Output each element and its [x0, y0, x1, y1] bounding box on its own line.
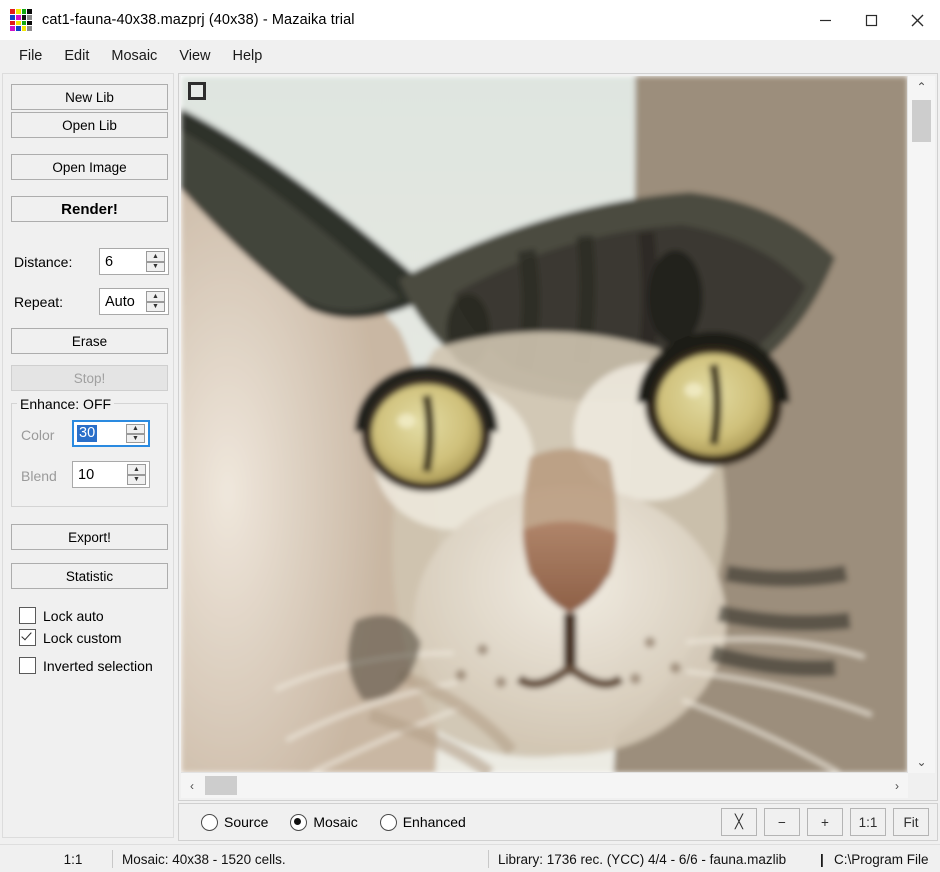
lock-auto-checkbox[interactable] [19, 607, 36, 624]
enhance-color-spin-buttons[interactable]: ▲ ▼ [126, 424, 145, 443]
status-library-info: Library: 1736 rec. (YCC) 4/4 - 6/6 - fau… [498, 851, 787, 867]
lock-auto-label: Lock auto [43, 607, 104, 624]
image-panel: ⌃ ⌄ ‹ › [178, 73, 938, 801]
enhance-group [11, 403, 168, 507]
distance-spin-buttons[interactable]: ▲ ▼ [146, 251, 165, 272]
repeat-spin-down-icon[interactable]: ▼ [146, 301, 165, 312]
window-title: cat1-fauna-40x38.mazprj (40x38) - Mazaik… [42, 12, 355, 28]
distance-value[interactable]: 6 [100, 249, 146, 274]
window-controls [802, 0, 940, 40]
status-mosaic-info: Mosaic: 40x38 - 1520 cells. [122, 851, 286, 867]
lock-auto-checkbox-row[interactable]: Lock auto [19, 607, 104, 624]
radio-source-row[interactable]: Source [201, 813, 269, 831]
menu-item-view[interactable]: View [168, 45, 221, 67]
statistic-button[interactable]: Statistic [11, 563, 168, 589]
mazaika-mosaic-icon [10, 9, 32, 31]
menu-item-file[interactable]: File [8, 45, 53, 67]
repeat-value[interactable]: Auto [100, 289, 146, 314]
view-mode-toolbar: Source Mosaic Enhanced ╳ − + 1:1 Fit [178, 803, 938, 841]
export-button[interactable]: Export! [11, 524, 168, 550]
horizontal-scrollbar-thumb[interactable] [205, 776, 237, 795]
radio-source[interactable] [201, 813, 218, 831]
minimize-button[interactable] [802, 0, 848, 40]
radio-mosaic[interactable] [290, 813, 308, 831]
enhance-group-title: Enhance: OFF [17, 396, 115, 412]
cat-mosaic-image[interactable] [181, 76, 908, 773]
cell-selection-square[interactable] [188, 82, 206, 100]
open-lib-button[interactable]: Open Lib [11, 112, 168, 138]
render-button[interactable]: Render! [11, 196, 168, 222]
close-button[interactable] [894, 0, 940, 40]
distance-label: Distance: [14, 254, 73, 270]
enhance-color-value[interactable]: 30 [77, 425, 98, 442]
enhance-blend-stepper[interactable]: 10 ▲ ▼ [72, 461, 150, 488]
lock-custom-label: Lock custom [43, 629, 122, 646]
lock-custom-checkbox-row[interactable]: Lock custom [19, 629, 122, 646]
radio-enhanced-label: Enhanced [402, 814, 466, 830]
radio-enhanced-row[interactable]: Enhanced [379, 813, 466, 831]
status-path-separator: | [820, 851, 824, 867]
horizontal-scrollbar[interactable]: ‹ › [181, 772, 908, 798]
repeat-stepper[interactable]: Auto ▲ ▼ [99, 288, 169, 315]
zoom-out-button[interactable]: − [764, 808, 800, 836]
stop-button: Stop! [11, 365, 168, 391]
enhance-blend-spin-up-icon[interactable]: ▲ [127, 464, 146, 475]
repeat-label: Repeat: [14, 294, 64, 310]
distance-stepper[interactable]: 6 ▲ ▼ [99, 248, 169, 275]
lock-custom-checkbox[interactable] [19, 629, 36, 646]
zoom-in-button[interactable]: + [807, 808, 843, 836]
fit-width-button[interactable]: ╳ [721, 808, 757, 836]
control-sidebar: New Lib Open Lib Open Image Render! Dist… [2, 73, 174, 838]
repeat-spin-buttons[interactable]: ▲ ▼ [146, 291, 165, 312]
zoom-button-group: ╳ − + 1:1 Fit [721, 808, 929, 836]
radio-enhanced[interactable] [379, 813, 397, 831]
zoom-fit-button[interactable]: Fit [893, 808, 929, 836]
status-divider-2 [488, 850, 489, 868]
distance-spin-up-icon[interactable]: ▲ [146, 251, 165, 262]
scroll-up-icon[interactable]: ⌃ [908, 76, 935, 98]
menu-item-edit[interactable]: Edit [53, 45, 100, 67]
radio-mosaic-row[interactable]: Mosaic [290, 813, 358, 831]
inverted-selection-checkbox-row[interactable]: Inverted selection [19, 657, 153, 674]
enhance-color-spin-up-icon[interactable]: ▲ [126, 424, 145, 434]
enhance-blend-label: Blend [21, 468, 57, 484]
open-image-button[interactable]: Open Image [11, 154, 168, 180]
status-path: C:\Program File [834, 851, 929, 867]
enhance-blend-value[interactable]: 10 [73, 462, 127, 487]
distance-spin-down-icon[interactable]: ▼ [146, 261, 165, 272]
scroll-left-icon[interactable]: ‹ [181, 773, 203, 798]
inverted-selection-checkbox[interactable] [19, 657, 36, 674]
menu-bar: File Edit Mosaic View Help [0, 40, 940, 71]
enhance-blend-spin-down-icon[interactable]: ▼ [127, 474, 146, 485]
erase-button[interactable]: Erase [11, 328, 168, 354]
new-lib-button[interactable]: New Lib [11, 84, 168, 110]
status-bar: 1:1 Mosaic: 40x38 - 1520 cells. Library:… [0, 844, 940, 872]
status-divider-1 [112, 850, 113, 868]
inverted-selection-label: Inverted selection [43, 657, 153, 674]
client-area: New Lib Open Lib Open Image Render! Dist… [0, 71, 940, 844]
enhance-color-label: Color [21, 427, 55, 443]
scroll-right-icon[interactable]: › [886, 773, 908, 798]
enhance-color-spin-down-icon[interactable]: ▼ [126, 433, 145, 443]
vertical-scrollbar-thumb[interactable] [912, 100, 931, 142]
radio-mosaic-label: Mosaic [313, 814, 358, 830]
zoom-actual-button[interactable]: 1:1 [850, 808, 886, 836]
menu-item-mosaic[interactable]: Mosaic [100, 45, 168, 67]
menu-item-help[interactable]: Help [221, 45, 273, 67]
enhance-blend-spin-buttons[interactable]: ▲ ▼ [127, 464, 146, 485]
maximize-button[interactable] [848, 0, 894, 40]
enhance-color-stepper[interactable]: 30 ▲ ▼ [72, 420, 150, 447]
repeat-spin-up-icon[interactable]: ▲ [146, 291, 165, 302]
radio-source-label: Source [224, 814, 269, 830]
title-bar: cat1-fauna-40x38.mazprj (40x38) - Mazaik… [0, 0, 940, 40]
scroll-down-icon[interactable]: ⌄ [908, 751, 935, 773]
vertical-scrollbar[interactable]: ⌃ ⌄ [907, 76, 935, 773]
mosaic-canvas[interactable] [181, 76, 908, 773]
status-zoom: 1:1 [63, 851, 83, 867]
